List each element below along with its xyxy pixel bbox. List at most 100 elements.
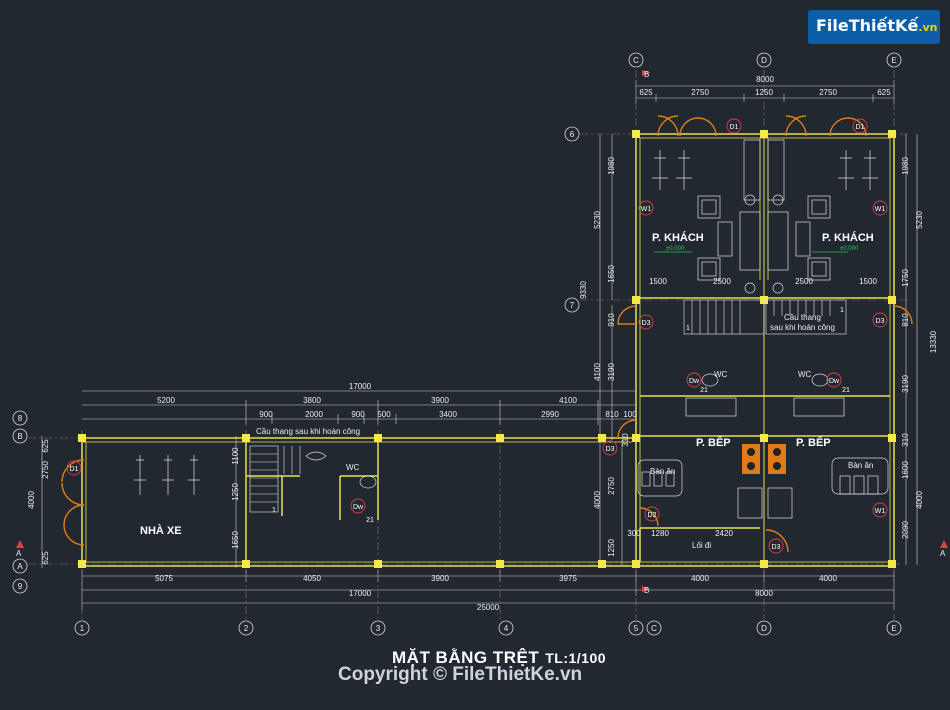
dim: 810: [901, 313, 910, 327]
grid-label: E: [891, 624, 896, 633]
grid-label: C: [651, 624, 657, 633]
grid-label: D: [761, 624, 767, 633]
dim: 4000: [691, 574, 709, 583]
dim: 2090: [901, 521, 910, 539]
columns: [78, 130, 896, 568]
dim: 8000: [755, 589, 773, 598]
dim: 810: [605, 410, 619, 419]
tag-d3: D3: [642, 320, 651, 327]
label-stair-right-line1: Cầu thang: [784, 313, 821, 322]
stair-step-21: 21: [366, 517, 374, 524]
dim: 1250: [231, 483, 240, 501]
stair-step-21: 21: [842, 387, 850, 394]
tag-d3: D3: [876, 318, 885, 325]
room-label-loi-di: Lối đi: [692, 541, 711, 550]
section-a-right: A: [940, 549, 946, 558]
logo-name: FileThiếtKế: [816, 16, 919, 35]
dim: 4050: [303, 574, 321, 583]
logo-text: FileThiếtKế.vn: [816, 16, 937, 35]
dim: 2420: [715, 529, 733, 538]
section-b-bottom: B: [644, 586, 649, 595]
dim: 9330: [579, 281, 588, 299]
dim: 4100: [593, 363, 602, 381]
walls: [81, 133, 895, 567]
dim: 2750: [691, 88, 709, 97]
dim: 1650: [231, 531, 240, 549]
dim: 1500: [859, 277, 877, 286]
dim: 625: [877, 88, 891, 97]
motorbikes-left: [134, 455, 200, 495]
section-b-top: B: [644, 70, 649, 79]
dim: 25000: [477, 603, 500, 612]
dim: 4000: [27, 491, 36, 509]
stair-step-1: 1: [272, 507, 276, 514]
label-ban-an-right: Bàn ăn: [848, 461, 873, 470]
dim: 5230: [593, 211, 602, 229]
grid-label: 3: [376, 624, 381, 633]
dim: 2500: [795, 277, 813, 286]
dim: 3800: [303, 396, 321, 405]
stair-step-1: 1: [840, 307, 844, 314]
copyright-watermark: Copyright © FileThietKe.vn: [338, 664, 583, 685]
dim: 625: [41, 439, 50, 453]
dim: 8000: [756, 75, 774, 84]
dim: 5230: [915, 211, 924, 229]
dim: 13330: [929, 330, 938, 353]
room-label-nha-xe: NHÀ XE: [140, 524, 182, 537]
level-labels: ±0.000 ±0.000: [666, 246, 859, 252]
tag-dw: Dw: [689, 378, 700, 385]
dimension-texts: 8000 625 2750 1250 2750 625 1500 2500 25…: [155, 75, 891, 612]
room-label-khach-left: P. KHÁCH: [652, 231, 704, 244]
stair-step-1: 1: [686, 325, 690, 332]
room-label-wc: WC: [798, 370, 812, 379]
dim: 5075: [155, 574, 173, 583]
label-stair-left: Cầu thang sau khi hoàn công: [256, 427, 360, 436]
dim: 625: [41, 551, 50, 565]
section-marker-labels: B B A A: [16, 70, 946, 595]
dim: 2750: [819, 88, 837, 97]
dim: 1100: [231, 447, 240, 465]
grid-label: 9: [18, 582, 23, 591]
dim: 900: [259, 410, 273, 419]
dim: 625: [639, 88, 653, 97]
dim: 1600: [901, 461, 910, 479]
dim: 4100: [559, 396, 577, 405]
dim: 2990: [541, 410, 559, 419]
room-label-bep-left: P. BẾP: [696, 436, 731, 449]
tag-w1: W1: [875, 206, 886, 213]
dim: 2500: [713, 277, 731, 286]
dim: 3400: [439, 410, 457, 419]
room-label-wc: WC: [714, 370, 728, 379]
section-a-left: A: [16, 549, 22, 558]
dim: 3900: [431, 574, 449, 583]
dim: 910: [607, 313, 616, 327]
dim: 4000: [593, 491, 602, 509]
grid-label: 1: [80, 624, 85, 633]
dim: 3900: [431, 396, 449, 405]
tag-labels: D1 D1 D1 W1 W1 W1 D3 D3 D3 D3 D2 Dw Dw D…: [70, 124, 886, 551]
grid-label: B: [17, 432, 22, 441]
tag-d1: D1: [730, 124, 739, 131]
logo-tld: .vn: [918, 21, 938, 34]
grid-label: 5: [634, 624, 639, 633]
dim: 100: [623, 410, 637, 419]
grid-label: 2: [244, 624, 249, 633]
tag-w1: W1: [641, 206, 652, 213]
dim: 1500: [649, 277, 667, 286]
dim: 17000: [349, 382, 372, 391]
tag-d1: D1: [856, 124, 865, 131]
grid-labels: C D E 1 2 3 4 5 C D E 6 7 8 B A 9: [17, 56, 896, 633]
label-ban-an-left: Bàn ăn: [650, 467, 675, 476]
dim: 3975: [559, 574, 577, 583]
grid-label: 8: [18, 414, 23, 423]
dim: 2750: [41, 461, 50, 479]
tag-d3: D3: [606, 446, 615, 453]
tag-d3: D3: [772, 544, 781, 551]
floor-plan-drawing: 8000 625 2750 1250 2750 625 1500 2500 25…: [12, 52, 948, 636]
label-stair-right-line2: sau khi hoàn công: [770, 323, 835, 332]
site-logo[interactable]: FileThiếtKế.vn: [808, 10, 940, 44]
dim: 900: [351, 410, 365, 419]
level-left: ±0.000: [666, 246, 685, 252]
vertical-dimension-texts: 1980 5230 1650 9330 910 4100 3190 2750 4…: [27, 157, 938, 565]
dim: 1280: [651, 529, 669, 538]
